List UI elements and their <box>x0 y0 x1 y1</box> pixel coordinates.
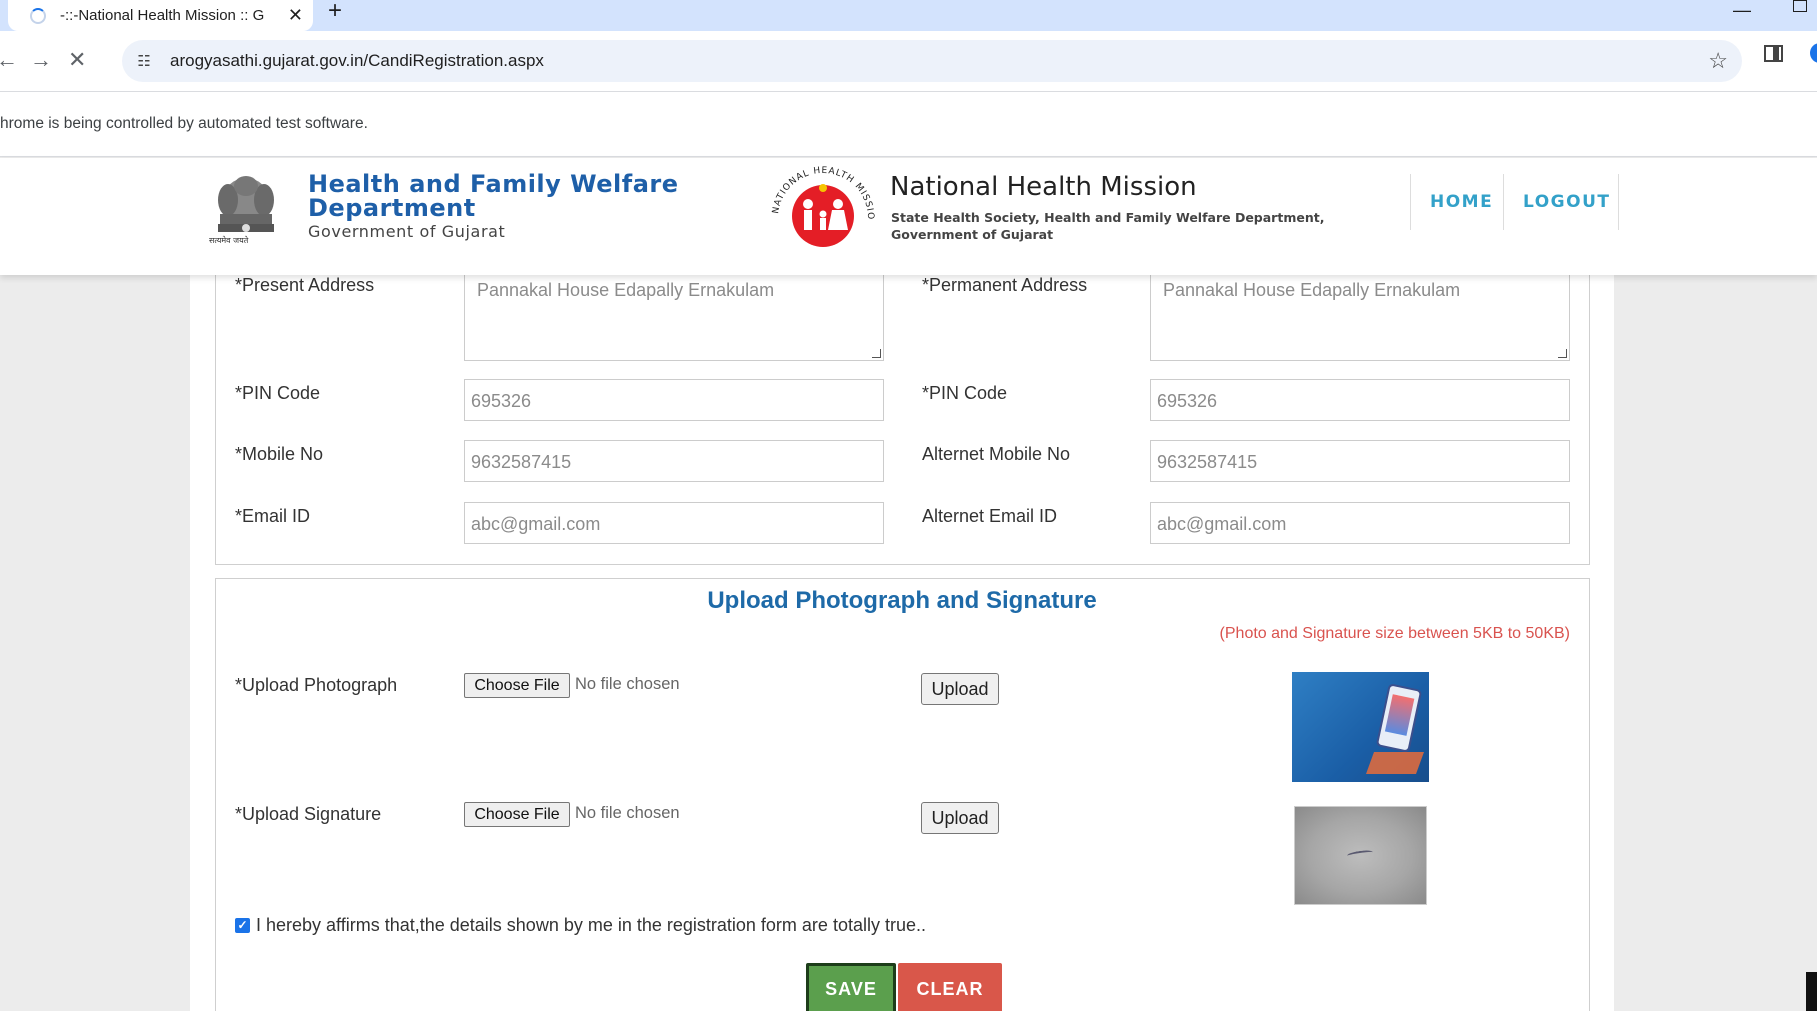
present-address-field[interactable]: Pannakal House Edapally Ernakulam <box>464 273 884 361</box>
nhm-logo-icon: NATIONAL HEALTH MISSION <box>764 166 874 247</box>
back-icon[interactable]: ← <box>0 47 18 73</box>
alt-email-field[interactable]: abc@gmail.com <box>1150 502 1570 544</box>
nav-home-link[interactable]: HOME <box>1430 192 1493 212</box>
email-field[interactable]: abc@gmail.com <box>464 502 884 544</box>
side-panel-icon[interactable] <box>1764 45 1783 62</box>
browser-toolbar: ← → ✕ ☷ arogyasathi.gujarat.gov.in/Candi… <box>0 31 1817 91</box>
signature-scribble <box>1346 849 1374 859</box>
clear-button[interactable]: CLEAR <box>898 963 1002 1011</box>
email-label: *Email ID <box>235 506 311 526</box>
photo-no-file-text: No file chosen <box>575 675 680 693</box>
site-header: सत्यमेव जयते Health and Family Welfare D… <box>0 158 1817 275</box>
new-tab-button[interactable]: + <box>328 0 342 23</box>
infobar-text: hrome is being controlled by automated t… <box>0 115 368 132</box>
photo-decoration <box>1365 752 1425 774</box>
forward-icon[interactable]: → <box>30 47 52 73</box>
site-info-icon[interactable]: ☷ <box>134 51 154 71</box>
loading-spinner-icon <box>30 7 46 24</box>
nav-divider <box>1503 174 1504 230</box>
scrollbar-edge[interactable] <box>1806 972 1817 1011</box>
stop-loading-icon[interactable]: ✕ <box>68 47 86 73</box>
emblem-motto: सत्यमेव जयते <box>209 236 249 245</box>
permanent-address-label: *Permanent Address <box>922 275 1088 295</box>
uploaded-signature-preview <box>1294 806 1427 905</box>
registration-form-panel: *Present Address Pannakal House Edapally… <box>190 255 1614 1011</box>
photo-choose-file-button[interactable]: Choose File <box>464 673 570 698</box>
photo-upload-button[interactable]: Upload <box>921 673 999 705</box>
mobile-field[interactable]: 9632587415 <box>464 440 884 482</box>
permanent-pin-code-label: *PIN Code <box>922 383 1008 403</box>
pin-code-label: *PIN Code <box>235 383 321 403</box>
permanent-address-field[interactable]: Pannakal House Edapally Ernakulam <box>1150 273 1570 361</box>
bookmark-star-icon[interactable]: ☆ <box>1708 48 1728 74</box>
signature-choose-file-button[interactable]: Choose File <box>464 802 570 827</box>
tab-title: -::-National Health Mission :: G <box>60 7 265 24</box>
department-subtitle: Government of Gujarat <box>308 222 506 241</box>
present-address-label: *Present Address <box>235 275 375 295</box>
pin-code-field[interactable]: 695326 <box>464 379 884 421</box>
alt-mobile-label: Alternet Mobile No <box>922 444 1071 464</box>
alt-email-label: Alternet Email ID <box>922 506 1058 526</box>
minimize-icon[interactable]: — <box>1733 0 1751 21</box>
upload-photograph-label: *Upload Photograph <box>235 675 398 695</box>
automation-infobar: hrome is being controlled by automated t… <box>0 91 1817 157</box>
uploaded-photo-preview <box>1292 672 1429 782</box>
nav-divider <box>1410 174 1411 230</box>
nhm-subtitle: State Health Society, Health and Family … <box>891 210 1325 242</box>
upload-signature-label: *Upload Signature <box>235 804 382 824</box>
permanent-pin-code-field[interactable]: 695326 <box>1150 379 1570 421</box>
browser-tab[interactable]: -::-National Health Mission :: G ✕ <box>8 0 313 31</box>
save-button[interactable]: SAVE <box>806 963 896 1011</box>
tab-close-icon[interactable]: ✕ <box>288 5 303 26</box>
alt-mobile-field[interactable]: 9632587415 <box>1150 440 1570 482</box>
nav-divider <box>1618 174 1619 230</box>
upload-section-title: Upload Photograph and Signature <box>707 587 1097 614</box>
phone-illustration <box>1375 683 1423 753</box>
mobile-label: *Mobile No <box>235 444 324 464</box>
url-text[interactable]: arogyasathi.gujarat.gov.in/CandiRegistra… <box>170 51 544 71</box>
department-title: Health and Family Welfare Department <box>308 170 679 222</box>
address-bar[interactable]: ☷ arogyasathi.gujarat.gov.in/CandiRegist… <box>122 40 1742 82</box>
profile-avatar-icon[interactable] <box>1810 43 1817 63</box>
maximize-icon[interactable] <box>1793 0 1807 12</box>
browser-tab-strip: -::-National Health Mission :: G ✕ + — <box>0 0 1817 31</box>
affirm-checkbox[interactable]: ✓ <box>235 918 250 933</box>
signature-upload-button[interactable]: Upload <box>921 802 999 834</box>
nhm-title: National Health Mission <box>890 172 1197 202</box>
signature-no-file-text: No file chosen <box>575 804 680 822</box>
size-note: (Photo and Signature size between 5KB to… <box>1219 625 1570 642</box>
affirm-text: I hereby affirms that,the details shown … <box>256 915 926 935</box>
nav-logout-link[interactable]: LOGOUT <box>1523 192 1610 212</box>
